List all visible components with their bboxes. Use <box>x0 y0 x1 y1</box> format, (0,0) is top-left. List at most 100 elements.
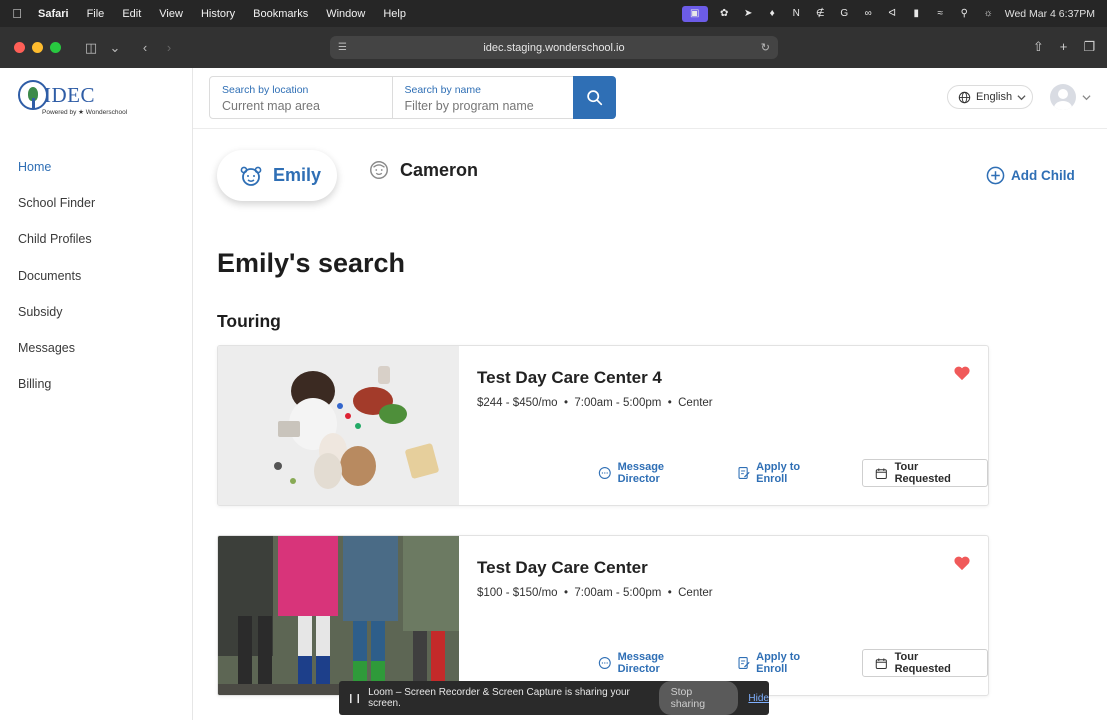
name-search-input[interactable] <box>404 99 555 113</box>
sidebar-item-home[interactable]: Home <box>18 158 95 194</box>
window-controls <box>0 42 61 53</box>
sidebar-item-documents[interactable]: Documents <box>18 267 95 303</box>
sidebar-item-child-profiles[interactable]: Child Profiles <box>18 230 95 266</box>
apply-to-enroll-button[interactable]: Apply to Enroll <box>737 651 832 675</box>
search-button[interactable] <box>573 76 616 119</box>
menu-bookmarks[interactable]: Bookmarks <box>244 8 317 20</box>
tour-requested-button[interactable]: Tour Requested <box>862 649 988 677</box>
hide-sharing-bar-link[interactable]: Hide <box>748 693 769 704</box>
child-face-icon <box>240 166 262 186</box>
grammarly-icon[interactable]: G <box>837 7 852 20</box>
add-child-button[interactable]: Add Child <box>986 166 1075 185</box>
sidebar-item-subsidy[interactable]: Subsidy <box>18 303 95 339</box>
menu-window[interactable]: Window <box>317 8 374 20</box>
school-name[interactable]: Test Day Care Center 4 <box>477 368 662 388</box>
name-search-field[interactable]: Search by name <box>391 77 574 118</box>
tour-requested-label: Tour Requested <box>894 461 951 485</box>
bluetooth-icon[interactable]: ᐊ <box>885 7 900 20</box>
sketch-icon[interactable]: ∉ <box>813 7 828 20</box>
control-center-icon[interactable]: ☼ <box>981 7 996 20</box>
tour-requested-label: Tour Requested <box>894 651 951 675</box>
heart-icon[interactable] <box>953 555 971 571</box>
notion-icon[interactable]: N <box>789 7 804 20</box>
share-icon[interactable]: ⇧ <box>1033 39 1044 55</box>
wifi-icon[interactable]: ≈ <box>933 7 948 20</box>
menu-view[interactable]: View <box>150 8 192 20</box>
tab-overview-icon[interactable]: ❐ <box>1083 39 1095 55</box>
send-icon[interactable]: ➤ <box>741 7 756 20</box>
school-actions: Message Director Apply to Enroll Tour Re… <box>598 649 988 677</box>
menubar-status-area: ▣ ✿ ➤ ♦ N ∉ G ∞ ᐊ ▮ ≈ ⚲ ☼ Wed Mar 4 6:37… <box>681 5 1107 22</box>
zoom-window-button[interactable] <box>50 42 61 53</box>
message-director-label: Message Director <box>617 461 665 485</box>
heart-icon[interactable] <box>953 365 971 381</box>
idec-logo[interactable]: IDEC Powered by ★ Wonderschool <box>18 80 133 120</box>
sidebar-toggle-icon[interactable]: ◫ <box>79 40 103 56</box>
page-title: Emily's search <box>217 248 406 278</box>
location-search-field[interactable]: Search by location <box>210 77 392 118</box>
macos-menubar:  Safari File Edit View History Bookmark… <box>0 0 1107 27</box>
sidebar-item-billing[interactable]: Billing <box>18 375 95 411</box>
minimize-window-button[interactable] <box>32 42 43 53</box>
apply-to-enroll-button[interactable]: Apply to Enroll <box>737 461 832 485</box>
school-card[interactable]: Test Day Care Center $100 - $150/mo • 7:… <box>217 535 989 696</box>
close-window-button[interactable] <box>14 42 25 53</box>
location-search-input[interactable] <box>222 99 372 113</box>
pause-icon[interactable]: ❙❙ <box>347 693 362 704</box>
menu-file[interactable]: File <box>78 8 114 20</box>
spotlight-search-icon[interactable]: ⚲ <box>957 7 972 20</box>
reload-icon[interactable]: ↻ <box>761 41 770 54</box>
school-hours: 7:00am - 5:00pm <box>574 587 662 599</box>
school-name[interactable]: Test Day Care Center <box>477 558 648 578</box>
plus-circle-icon <box>986 166 1005 185</box>
sharing-message: Loom – Screen Recorder & Screen Capture … <box>368 687 630 709</box>
message-director-button[interactable]: Message Director <box>598 651 707 675</box>
school-price: $100 - $150/mo <box>477 587 558 599</box>
forward-button[interactable]: › <box>157 40 181 55</box>
child-tab-emily[interactable]: Emily <box>217 150 337 201</box>
apply-icon <box>738 657 750 669</box>
school-photo[interactable] <box>218 536 459 695</box>
web-page: IDEC Powered by ★ Wonderschool Home Scho… <box>0 68 1107 720</box>
screen-sharing-bar: ❙❙ Loom – Screen Recorder & Screen Captu… <box>339 681 769 715</box>
tour-requested-button[interactable]: Tour Requested <box>862 459 988 487</box>
location-search-label: Search by location <box>222 84 309 96</box>
calendar-icon <box>875 657 887 669</box>
message-director-label: Message Director <box>617 651 665 675</box>
child-tab-cameron[interactable]: Cameron <box>368 159 478 181</box>
menubar-clock[interactable]: Wed Mar 4 6:37PM <box>1005 8 1095 20</box>
apple-icon[interactable]:  <box>0 6 34 21</box>
battery-icon[interactable]: ▮ <box>909 7 924 20</box>
sidebar-item-messages[interactable]: Messages <box>18 339 95 375</box>
school-meta: $100 - $150/mo • 7:00am - 5:00pm • Cente… <box>477 587 713 599</box>
chevron-down-icon[interactable]: ⌄ <box>103 40 127 56</box>
new-tab-icon[interactable]: + <box>1060 39 1068 55</box>
globe-icon <box>958 91 971 103</box>
loom-recording-icon[interactable]: ▣ <box>681 5 708 22</box>
school-card[interactable]: Test Day Care Center 4 $244 - $450/mo • … <box>217 345 989 506</box>
header-divider <box>193 128 1107 129</box>
extension-icon[interactable]: ♦ <box>765 7 780 20</box>
section-title-touring: Touring <box>217 311 281 331</box>
message-icon <box>598 657 611 669</box>
school-photo[interactable] <box>218 346 459 505</box>
page-settings-icon[interactable]: ☰ <box>338 42 347 53</box>
stop-sharing-button[interactable]: Stop sharing <box>658 681 739 715</box>
logo-brand: IDEC <box>44 83 95 107</box>
language-selector[interactable]: English <box>947 85 1033 109</box>
address-bar[interactable]: ☰ idec.staging.wonderschool.io ↻ <box>330 36 778 59</box>
menu-edit[interactable]: Edit <box>113 8 150 20</box>
school-type: Center <box>678 397 713 409</box>
apply-icon <box>738 467 750 479</box>
openai-icon[interactable]: ✿ <box>717 7 732 20</box>
message-director-button[interactable]: Message Director <box>598 461 707 485</box>
logo-powered-by: Powered by ★ Wonderschool <box>42 109 128 116</box>
menu-history[interactable]: History <box>192 8 244 20</box>
back-button[interactable]: ‹ <box>133 40 157 55</box>
menu-help[interactable]: Help <box>374 8 415 20</box>
add-child-label: Add Child <box>1011 168 1075 183</box>
link-icon[interactable]: ∞ <box>861 7 876 20</box>
sidebar-item-school-finder[interactable]: School Finder <box>18 194 95 230</box>
menu-app-safari[interactable]: Safari <box>34 8 78 20</box>
user-menu[interactable] <box>1050 84 1091 110</box>
